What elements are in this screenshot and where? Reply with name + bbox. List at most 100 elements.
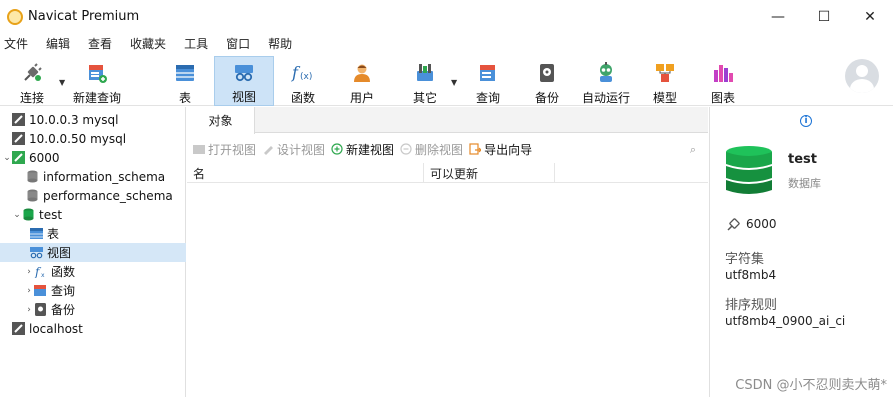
menu-view[interactable]: 查看 [79,35,121,52]
svg-text:x: x [41,272,45,278]
delete-view-icon [400,143,412,155]
export-wizard-button[interactable]: 导出向导 [469,141,532,158]
svg-text:(x): (x) [300,72,312,82]
plug-icon [20,61,44,85]
tree-item-connection-6000[interactable]: ⌄ 6000 [0,148,186,167]
toolbar-automation-label: 自动运行 [581,91,630,105]
detail-name: test [788,152,817,167]
tree-item-label: information_schema [43,169,166,184]
export-wizard-label: 导出向导 [484,142,533,157]
toolbar-function-button[interactable]: f (x) 函数 [281,56,325,106]
view-icon [232,62,256,84]
design-view-button[interactable]: 设计视图 [262,141,325,158]
new-view-button[interactable]: 新建视图 [331,141,394,158]
database-large-icon [726,146,772,194]
chevron-down-icon[interactable]: ⌄ [2,153,12,163]
design-view-label: 设计视图 [277,142,326,157]
tree-item-queries[interactable]: › 查询 [0,281,186,300]
tree-item-functions[interactable]: › fx 函数 [0,262,186,281]
tab-objects[interactable]: 对象 [187,107,255,134]
connection-icon [12,132,25,145]
toolbar-other-button[interactable]: 其它 [403,56,447,106]
charset-value: utf8mb4 [725,268,777,282]
tree-item-views[interactable]: 视图 [0,243,186,262]
toolbar-automation-button[interactable]: 自动运行 [580,56,632,106]
tree-item-connection[interactable]: 10.0.0.3 mysql [0,110,186,129]
query-icon [34,285,46,296]
tree-item-connection[interactable]: 10.0.0.50 mysql [0,129,186,148]
toolbar-backup-button[interactable]: 备份 [525,56,569,106]
toolbar-query-label: 查询 [475,91,500,105]
database-icon [27,189,38,202]
toolbar-chart-label: 图表 [710,91,735,105]
chevron-right-icon[interactable]: › [24,267,34,277]
toolbar-user-button[interactable]: 用户 [340,56,384,106]
chevron-right-icon[interactable]: › [24,305,34,315]
export-wizard-icon [469,143,482,155]
menu-favorites[interactable]: 收藏夹 [121,35,175,52]
detail-connection: 6000 [746,217,777,231]
tree-item-database[interactable]: information_schema [0,167,186,186]
toolbar-view-button[interactable]: 视图 [214,56,274,106]
objects-pane: 对象 打开视图 设计视图 新建视图 删除视图 导出向导 ⌕ 名 可以更新 [187,107,708,397]
open-view-button[interactable]: 打开视图 [193,141,256,158]
connection-icon [12,322,25,335]
toolbar-new-query-button[interactable]: 新建查询 [70,56,124,106]
tree-item-label: localhost [29,321,83,336]
menu-help[interactable]: 帮助 [259,35,301,52]
view-icon [30,247,43,259]
title-bar: Navicat Premium — ☐ ✕ [0,0,893,33]
watermark: CSDN @小不忍则卖大萌* [735,378,887,393]
toolbar-table-label: 表 [178,91,191,105]
connect-dropdown-arrow-icon[interactable]: ▼ [59,78,65,87]
toolbar-chart-button[interactable]: 图表 [701,56,745,106]
tree-item-label: performance_schema [43,188,173,203]
menu-file[interactable]: 文件 [0,35,37,52]
toolbar-connect-label: 连接 [19,91,44,105]
maximize-button[interactable]: ☐ [801,0,847,33]
toolbar-connect-button[interactable]: 连接 [10,56,54,106]
column-header-updatable[interactable]: 可以更新 [424,163,555,183]
open-view-label: 打开视图 [208,142,257,157]
design-view-icon [264,146,274,155]
window-title: Navicat Premium [28,9,140,24]
tree-item-label: 表 [47,227,60,241]
robot-icon [594,61,618,85]
tree-item-database-test[interactable]: ⌄ test [0,205,186,224]
toolbar-model-button[interactable]: 模型 [643,56,687,106]
database-active-icon [23,208,34,221]
user-icon [350,61,374,85]
minimize-button[interactable]: — [755,0,801,33]
object-list-header: 名 可以更新 [187,163,708,183]
user-avatar-icon[interactable] [845,59,879,93]
connection-icon [727,218,740,231]
other-dropdown-arrow-icon[interactable]: ▼ [451,78,457,87]
close-button[interactable]: ✕ [847,0,893,33]
menu-bar: 文件 编辑 查看 收藏夹 工具 窗口 帮助 [0,33,893,54]
search-icon[interactable]: ⌕ [690,143,696,157]
detail-panel: i test 数据库 6000 字符集 utf8mb4 排序规则 utf8mb4… [709,107,893,397]
open-view-icon [193,145,205,154]
delete-view-label: 删除视图 [415,142,464,157]
tree-item-backups[interactable]: › 备份 [0,300,186,319]
tree-item-label: 10.0.0.3 mysql [29,112,119,127]
toolbar-other-label: 其它 [412,91,437,105]
chevron-right-icon[interactable]: › [24,286,34,296]
toolbar-query-button[interactable]: 查询 [466,56,510,106]
collation-value: utf8mb4_0900_ai_ci [725,314,846,328]
toolbar-table-button[interactable]: 表 [163,56,207,106]
toolbar-function-label: 函数 [290,91,315,105]
new-view-icon [331,143,343,155]
tree-item-label: test [39,207,63,222]
menu-edit[interactable]: 编辑 [37,35,79,52]
menu-window[interactable]: 窗口 [217,35,259,52]
column-header-name[interactable]: 名 [187,163,424,183]
tree-item-database[interactable]: performance_schema [0,186,186,205]
chevron-down-icon[interactable]: ⌄ [12,210,22,220]
tools-icon [413,61,437,85]
info-icon[interactable]: i [800,115,812,127]
delete-view-button[interactable]: 删除视图 [400,141,463,158]
tree-item-connection[interactable]: localhost [0,319,186,338]
menu-tools[interactable]: 工具 [175,35,217,52]
tree-item-tables[interactable]: 表 [0,224,186,243]
